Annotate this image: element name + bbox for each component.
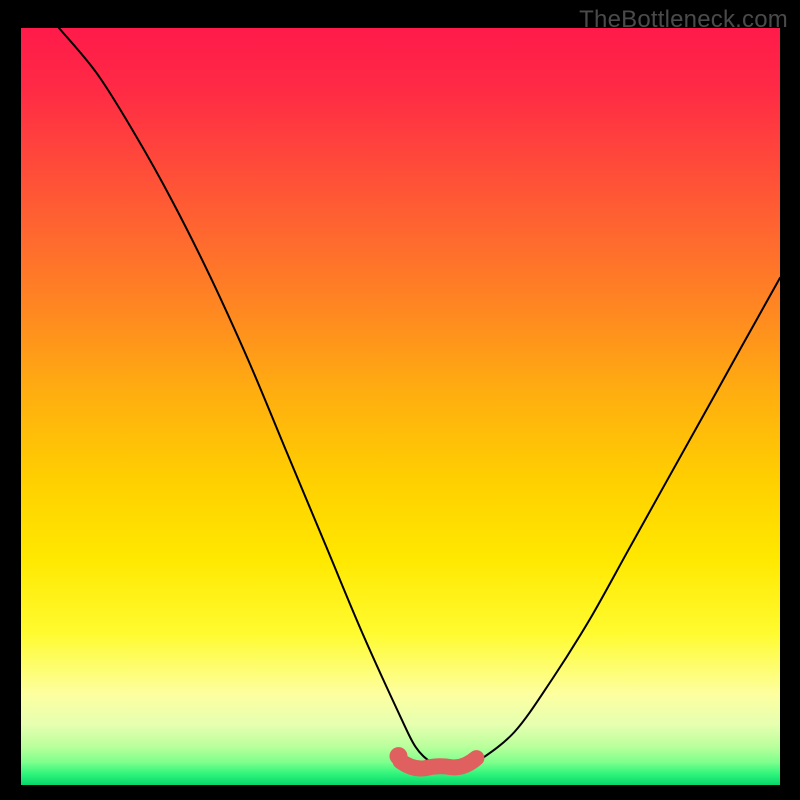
chart-frame: TheBottleneck.com [0, 0, 800, 800]
bottleneck-curve-line [59, 28, 780, 771]
plot-area [21, 28, 780, 785]
optimal-zone-highlight [401, 758, 477, 768]
optimal-start-dot [390, 747, 408, 765]
curve-svg [21, 28, 780, 785]
watermark-text: TheBottleneck.com [579, 6, 788, 34]
